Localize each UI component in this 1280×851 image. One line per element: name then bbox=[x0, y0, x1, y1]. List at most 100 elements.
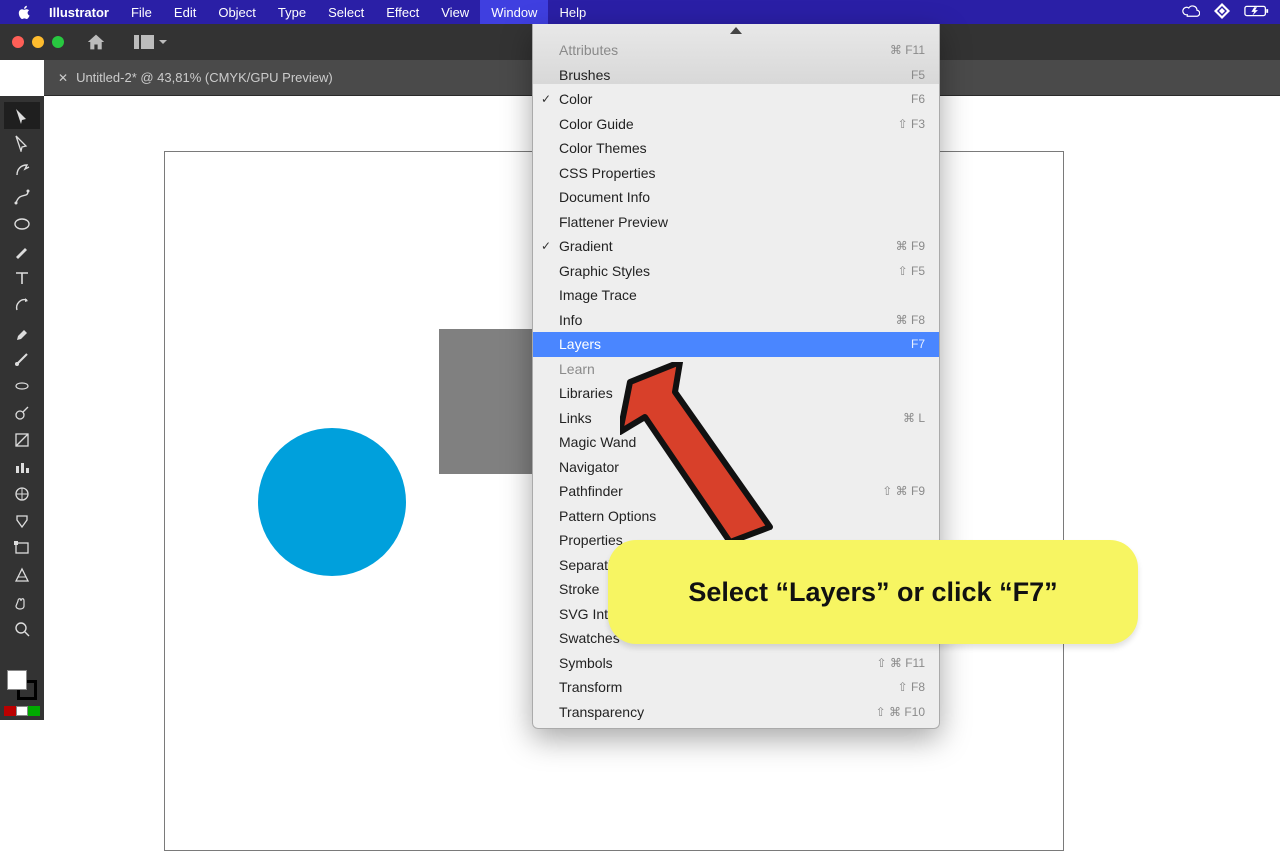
fill-stroke-indicator[interactable] bbox=[7, 670, 37, 700]
menu-item-image-trace[interactable]: Image Trace bbox=[533, 283, 939, 308]
menu-type[interactable]: Type bbox=[267, 0, 317, 24]
menu-select[interactable]: Select bbox=[317, 0, 375, 24]
menu-item-shortcut: ⌘ F8 bbox=[896, 313, 925, 327]
tool-panel bbox=[0, 96, 44, 720]
window-controls bbox=[12, 36, 64, 48]
menu-item-color-guide[interactable]: Color Guide ⇧ F3 bbox=[533, 112, 939, 137]
menu-item-attributes: Attributes ⌘ F11 bbox=[533, 38, 939, 63]
menu-item-flattener-preview[interactable]: Flattener Preview bbox=[533, 210, 939, 235]
shape-builder-tool[interactable] bbox=[4, 480, 40, 507]
zoom-window-button[interactable] bbox=[52, 36, 64, 48]
selection-tool[interactable] bbox=[4, 102, 40, 129]
annotation-arrow-icon bbox=[620, 362, 780, 552]
menu-item-css-properties[interactable]: CSS Properties bbox=[533, 161, 939, 186]
menu-item-shortcut: ⇧ F5 bbox=[898, 264, 925, 278]
menu-item-label: Gradient bbox=[559, 238, 613, 254]
menu-item-label: Color Guide bbox=[559, 116, 634, 132]
menu-item-label: Libraries bbox=[559, 385, 613, 401]
menu-item-label: Layers bbox=[559, 336, 601, 352]
close-window-button[interactable] bbox=[12, 36, 24, 48]
diamond-icon[interactable] bbox=[1214, 3, 1230, 22]
menu-item-label: Flattener Preview bbox=[559, 214, 668, 230]
menu-edit[interactable]: Edit bbox=[163, 0, 207, 24]
menu-help[interactable]: Help bbox=[548, 0, 597, 24]
hand-tool[interactable] bbox=[4, 588, 40, 615]
menu-item-layers[interactable]: Layers F7 bbox=[533, 332, 939, 357]
menu-item-color-themes[interactable]: Color Themes bbox=[533, 136, 939, 161]
checkmark-icon: ✓ bbox=[541, 92, 551, 106]
pen-tool[interactable] bbox=[4, 156, 40, 183]
menu-item-brushes[interactable]: BrushesF5 bbox=[533, 63, 939, 88]
menu-item-label: Transform bbox=[559, 679, 622, 695]
close-tab-icon[interactable]: ✕ bbox=[58, 71, 68, 85]
menu-item-shortcut: ⌘ L bbox=[903, 411, 925, 425]
menu-scroll-up-icon[interactable] bbox=[533, 24, 939, 38]
menu-item-label: Properties bbox=[559, 532, 623, 548]
menu-item-label: Pathfinder bbox=[559, 483, 623, 499]
menu-item-shortcut: ⇧ ⌘ F10 bbox=[876, 705, 925, 719]
menu-item-transform[interactable]: Transform ⇧ F8 bbox=[533, 675, 939, 700]
menu-item-gradient[interactable]: ✓ Gradient ⌘ F9 bbox=[533, 234, 939, 259]
annotation-callout: Select “Layers” or click “F7” bbox=[608, 540, 1138, 644]
type-tool[interactable] bbox=[4, 264, 40, 291]
menu-item-label: Image Trace bbox=[559, 287, 637, 303]
arrange-documents-button[interactable] bbox=[134, 35, 168, 49]
menu-item-transparency[interactable]: Transparency ⇧ ⌘ F10 bbox=[533, 700, 939, 725]
document-tab-title[interactable]: Untitled-2* @ 43,81% (CMYK/GPU Preview) bbox=[76, 70, 333, 85]
menu-item-shortcut: F7 bbox=[911, 337, 925, 351]
minimize-window-button[interactable] bbox=[32, 36, 44, 48]
gradient-tool[interactable] bbox=[4, 426, 40, 453]
apple-menu-icon[interactable] bbox=[10, 5, 38, 20]
menu-item-shortcut: ⇧ F8 bbox=[898, 680, 925, 694]
artboard-tool[interactable] bbox=[4, 534, 40, 561]
eyedropper-tool[interactable] bbox=[4, 345, 40, 372]
home-button[interactable] bbox=[86, 33, 106, 51]
menu-item-shortcut: ⌘ F9 bbox=[896, 239, 925, 253]
curvature-tool[interactable] bbox=[4, 183, 40, 210]
menu-item-shortcut: F5 bbox=[911, 68, 925, 82]
eraser-tool[interactable] bbox=[4, 318, 40, 345]
menu-item-symbols[interactable]: Symbols ⇧ ⌘ F11 bbox=[533, 651, 939, 676]
menu-item-label: Swatches bbox=[559, 630, 620, 646]
column-graph-tool[interactable] bbox=[4, 453, 40, 480]
menu-item-shortcut: F6 bbox=[911, 92, 925, 106]
rotate-tool[interactable] bbox=[4, 291, 40, 318]
paintbrush-tool[interactable] bbox=[4, 237, 40, 264]
menu-window[interactable]: Window bbox=[480, 0, 548, 24]
menu-item-shortcut: ⇧ ⌘ F11 bbox=[876, 656, 925, 670]
blue-circle-object[interactable] bbox=[258, 428, 406, 576]
color-mode-swatches[interactable] bbox=[4, 706, 40, 716]
menu-item-label: Graphic Styles bbox=[559, 263, 650, 279]
menu-item-shortcut: ⇧ F3 bbox=[898, 117, 925, 131]
menu-file[interactable]: File bbox=[120, 0, 163, 24]
menu-item-label: Color bbox=[559, 91, 592, 107]
status-icons bbox=[1182, 3, 1270, 22]
battery-icon[interactable] bbox=[1244, 4, 1270, 21]
menu-item-label: Attributes bbox=[559, 42, 618, 58]
zoom-tool[interactable] bbox=[4, 615, 40, 642]
menu-view[interactable]: View bbox=[430, 0, 480, 24]
menu-item-shortcut: ⌘ F11 bbox=[890, 43, 925, 57]
app-name[interactable]: Illustrator bbox=[38, 0, 120, 24]
checkmark-icon: ✓ bbox=[541, 239, 551, 253]
menu-item-color[interactable]: ✓ Color F6 bbox=[533, 87, 939, 112]
menu-item-label: Links bbox=[559, 410, 592, 426]
menu-effect[interactable]: Effect bbox=[375, 0, 430, 24]
perspective-grid-tool[interactable] bbox=[4, 561, 40, 588]
menu-item-shortcut: ⇧ ⌘ F9 bbox=[882, 484, 925, 498]
menu-item-label: Symbols bbox=[559, 655, 613, 671]
slice-tool[interactable] bbox=[4, 507, 40, 534]
direct-selection-tool[interactable] bbox=[4, 129, 40, 156]
blend-tool[interactable] bbox=[4, 372, 40, 399]
menu-item-label: Color Themes bbox=[559, 140, 647, 156]
mac-menubar: Illustrator File Edit Object Type Select… bbox=[0, 0, 1280, 24]
menu-item-info[interactable]: Info⌘ F8 bbox=[533, 308, 939, 333]
menu-item-document-info[interactable]: Document Info bbox=[533, 185, 939, 210]
symbol-sprayer-tool[interactable] bbox=[4, 399, 40, 426]
menu-item-graphic-styles[interactable]: Graphic Styles ⇧ F5 bbox=[533, 259, 939, 284]
menu-item-label: Transparency bbox=[559, 704, 644, 720]
creative-cloud-icon[interactable] bbox=[1182, 4, 1200, 21]
menu-object[interactable]: Object bbox=[207, 0, 267, 24]
rectangle-tool[interactable] bbox=[4, 210, 40, 237]
annotation-callout-text: Select “Layers” or click “F7” bbox=[688, 577, 1057, 608]
